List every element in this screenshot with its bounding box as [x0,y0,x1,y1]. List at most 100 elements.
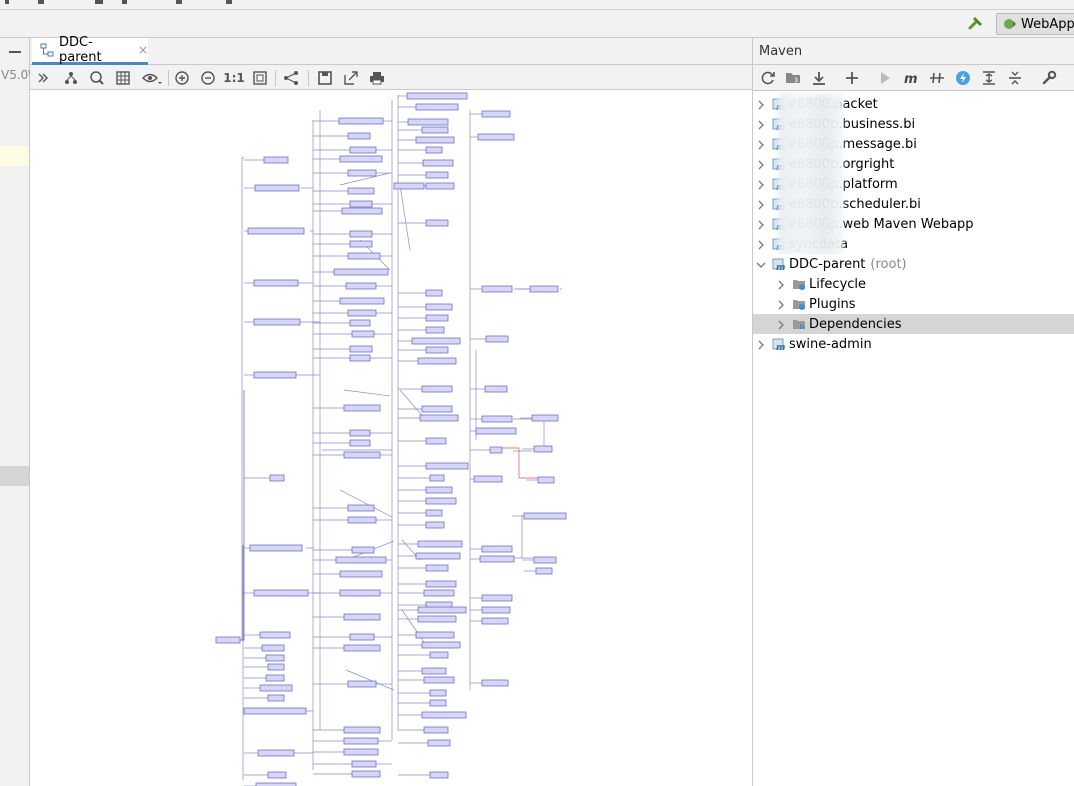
dependency-node[interactable] [247,227,305,235]
build-hammer-icon[interactable] [966,14,986,34]
dependency-node[interactable] [425,182,455,190]
dependency-node[interactable] [339,297,385,305]
dependency-node[interactable] [429,651,449,659]
dependency-node[interactable] [265,654,285,662]
dependency-node[interactable] [393,182,425,190]
zoom-in-icon[interactable] [173,69,191,87]
show-options-eye-icon[interactable] [140,69,164,87]
dependency-node[interactable] [421,385,453,393]
dependency-node[interactable] [349,354,371,362]
dependency-node[interactable] [259,631,291,639]
dependency-node[interactable] [481,617,509,625]
dependency-node[interactable] [338,117,384,125]
close-tab-icon[interactable]: × [138,43,148,57]
dependency-node[interactable] [425,580,457,588]
dependency-node[interactable] [349,439,371,447]
dependency-node[interactable] [425,437,447,445]
dependency-node[interactable] [254,184,300,192]
dependency-node[interactable] [429,699,447,707]
toggle-skip-tests-icon[interactable] [954,69,972,87]
chevron-right-icon[interactable] [756,119,766,130]
dependency-node[interactable] [253,318,301,326]
dependency-node[interactable] [475,427,517,435]
dependency-node[interactable] [335,556,387,564]
dependency-node[interactable] [481,594,513,602]
dependency-node[interactable] [343,613,381,621]
dependency-node[interactable] [347,504,375,512]
dependency-node[interactable] [421,667,447,675]
dependency-node[interactable] [253,371,297,379]
dependency-node[interactable] [421,405,453,413]
dependency-node[interactable] [347,680,377,688]
add-maven-project-icon[interactable] [843,69,861,87]
dependency-node[interactable] [267,694,285,702]
dependency-node[interactable] [417,357,457,365]
dependency-node[interactable] [481,285,513,293]
dependency-node[interactable] [349,200,373,208]
show-dependencies-icon[interactable] [980,69,998,87]
tab-ddc-parent[interactable]: DDC-parent × [32,35,148,65]
maven-tree-item[interactable]: m DDC-parent (root) [753,254,1074,274]
grid-icon[interactable] [114,69,132,87]
save-icon[interactable] [316,69,334,87]
dependency-node[interactable] [425,564,449,572]
dependency-node[interactable] [349,146,377,154]
dependency-node[interactable] [425,146,443,154]
dependency-node[interactable] [351,770,381,778]
execute-maven-goal-icon[interactable]: m [902,69,920,87]
reload-icon[interactable] [759,69,777,87]
dependency-node[interactable] [349,319,371,327]
print-icon[interactable] [368,69,386,87]
dependency-node[interactable] [427,739,451,747]
dependency-node[interactable] [425,509,443,517]
dependency-node[interactable] [257,749,295,757]
dependency-node[interactable] [415,552,461,560]
dependency-node[interactable] [343,748,379,756]
dependency-node[interactable] [261,644,285,652]
dependency-node[interactable] [533,556,557,564]
dependency-node[interactable] [481,415,513,423]
dependency-node[interactable] [481,606,511,614]
maven-tree-item[interactable]: Dependencies [753,314,1074,334]
maven-settings-wrench-icon[interactable] [1040,69,1058,87]
dependency-node[interactable] [339,570,383,578]
dependency-node[interactable] [259,684,293,692]
dependency-node[interactable] [425,314,449,322]
dependency-node[interactable] [417,615,457,623]
dependency-node[interactable] [422,159,454,167]
maven-tree-item[interactable]: Lifecycle [753,274,1074,294]
dependency-node[interactable] [429,689,447,697]
dependency-node[interactable] [351,760,377,768]
chevron-right-icon[interactable] [776,299,786,310]
toggle-offline-mode-icon[interactable] [928,69,946,87]
dependency-node[interactable] [535,567,553,575]
dependency-node[interactable] [423,589,455,597]
dependency-node[interactable] [347,516,377,524]
minimize-icon[interactable] [9,51,21,53]
dependency-node[interactable] [339,589,381,597]
dependency-diagram-canvas[interactable] [30,90,752,786]
dependency-node[interactable] [529,285,559,293]
dependency-node[interactable] [343,726,381,734]
dependency-node[interactable] [349,633,375,641]
dependency-node[interactable] [421,126,449,134]
dependency-node[interactable] [484,385,508,393]
dependency-node[interactable] [417,540,463,548]
dependency-node[interactable] [415,103,459,111]
dependency-node[interactable] [419,414,459,422]
dependency-node[interactable] [265,674,285,682]
dependency-node[interactable] [333,268,389,276]
dependency-node[interactable] [481,679,509,687]
dependency-node[interactable] [429,771,449,779]
dependency-node[interactable] [343,644,381,652]
fit-content-icon[interactable] [88,69,106,87]
dependency-node[interactable] [347,169,377,177]
dependency-node[interactable] [267,771,287,779]
dependency-node[interactable] [423,676,455,684]
chevron-right-icon[interactable] [756,339,766,350]
chevron-down-icon[interactable] [756,259,766,269]
dependency-node[interactable] [347,132,371,140]
dependency-node[interactable] [343,404,381,412]
dependency-node[interactable] [421,641,461,649]
fit-page-icon[interactable] [251,69,269,87]
